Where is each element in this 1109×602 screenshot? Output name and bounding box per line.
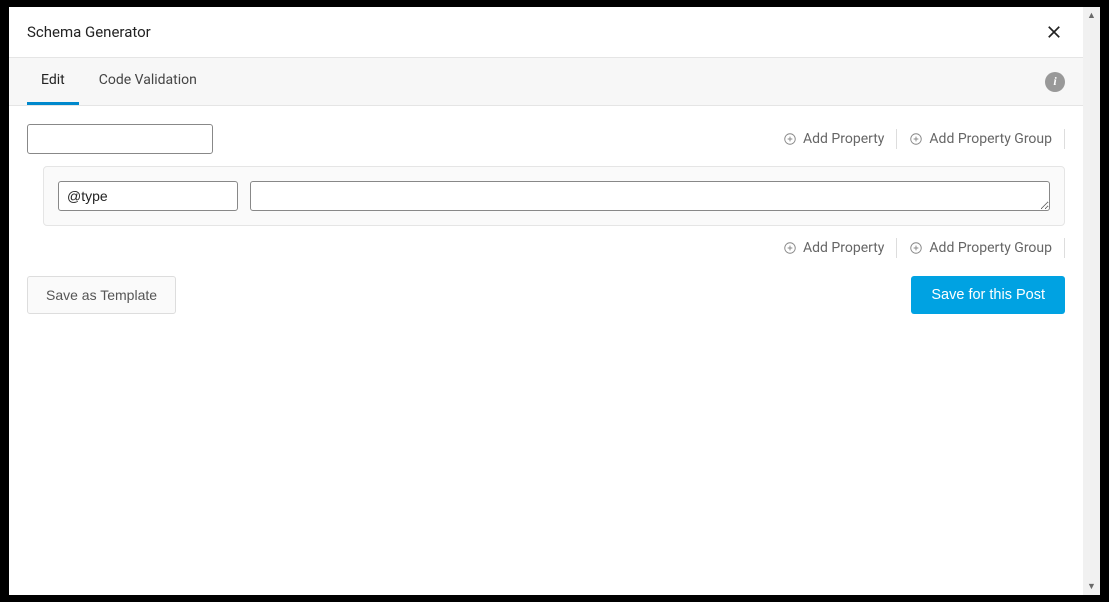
- property-row: [43, 166, 1065, 226]
- add-property-button-bottom[interactable]: Add Property: [771, 240, 896, 256]
- tabs-bar: Edit Code Validation i: [9, 58, 1083, 106]
- plus-circle-icon: [783, 241, 797, 255]
- editor-body: Add Property Add Property Group: [9, 106, 1083, 314]
- add-property-group-label: Add Property Group: [929, 240, 1052, 256]
- tab-edit[interactable]: Edit: [27, 58, 79, 105]
- plus-circle-icon: [909, 132, 923, 146]
- footer-row: Save as Template Save for this Post: [27, 276, 1065, 314]
- close-button[interactable]: [1043, 21, 1065, 43]
- bottom-action-links: Add Property Add Property Group: [771, 238, 1065, 258]
- save-as-template-button[interactable]: Save as Template: [27, 276, 176, 314]
- add-property-group-button-bottom[interactable]: Add Property Group: [897, 240, 1064, 256]
- add-property-group-button-top[interactable]: Add Property Group: [897, 131, 1064, 147]
- modal-title: Schema Generator: [27, 23, 151, 41]
- plus-circle-icon: [783, 132, 797, 146]
- property-value-input[interactable]: [250, 181, 1050, 211]
- property-key-input[interactable]: [58, 181, 238, 211]
- scrollbar[interactable]: ▲ ▼: [1083, 7, 1100, 595]
- add-property-label: Add Property: [803, 240, 884, 256]
- close-icon: [1045, 23, 1063, 41]
- scroll-down-icon[interactable]: ▼: [1083, 578, 1100, 595]
- add-property-group-label: Add Property Group: [929, 131, 1052, 147]
- tab-code-validation[interactable]: Code Validation: [85, 58, 211, 105]
- info-icon: i: [1053, 74, 1056, 89]
- modal-header: Schema Generator: [9, 7, 1083, 58]
- add-property-label: Add Property: [803, 131, 884, 147]
- plus-circle-icon: [909, 241, 923, 255]
- save-for-this-post-button[interactable]: Save for this Post: [911, 276, 1065, 314]
- group-name-input[interactable]: [27, 124, 213, 154]
- info-button[interactable]: i: [1045, 72, 1065, 92]
- scroll-up-icon[interactable]: ▲: [1083, 7, 1100, 24]
- separator: [1064, 238, 1065, 258]
- add-property-button-top[interactable]: Add Property: [771, 131, 896, 147]
- top-action-links: Add Property Add Property Group: [771, 129, 1065, 149]
- separator: [1064, 129, 1065, 149]
